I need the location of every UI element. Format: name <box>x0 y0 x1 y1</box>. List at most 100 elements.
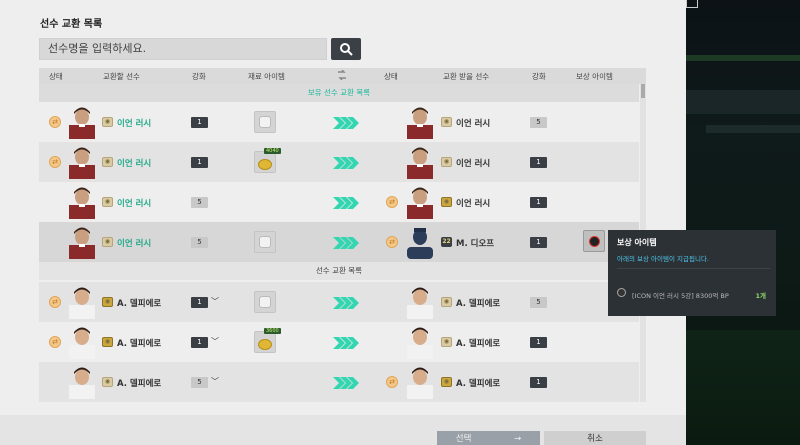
material-item[interactable] <box>254 291 276 313</box>
reward-item[interactable] <box>583 230 605 252</box>
background-pitch <box>686 330 800 445</box>
player-name: 이언 러시 <box>117 199 152 209</box>
page-title: 선수 교환 목록 <box>40 19 103 30</box>
reward-tooltip: 보상 아이템 아래의 보상 아이템이 지급됩니다. [ICON 이언 러시 5강… <box>608 230 776 316</box>
player-name: 이언 러시 <box>456 199 491 209</box>
player-portrait <box>405 285 435 319</box>
player-portrait <box>67 105 97 139</box>
search-input[interactable]: 선수명을 입력하세요. <box>39 38 327 60</box>
player-name: A. 델피에로 <box>456 299 501 309</box>
material-tag: 4040 <box>264 148 281 154</box>
table-row[interactable]: ⇄ ◉ 이언 러시 1 4040 ◉ 이언 러시 1 <box>39 142 639 182</box>
ovr-badge: 22 <box>441 237 452 247</box>
enhance-level: 1 <box>191 337 208 348</box>
table-row[interactable]: ⇄ ◉ A. 델피에로 1 ﹀ ◉ A. 델피에로 5 <box>39 282 639 322</box>
select-button[interactable]: 선택 → <box>437 431 540 445</box>
enhance-level: 1 <box>191 157 208 168</box>
chevron-down-icon[interactable]: ﹀ <box>211 376 219 387</box>
table-row[interactable]: ⇄ ◉ 이언 러시 1 ◉ 이언 러시 5 <box>39 102 639 142</box>
tooltip-reward-count: 1개 <box>755 292 766 300</box>
enhance-level: 5 <box>530 297 547 308</box>
season-badge: ◉ <box>441 197 452 207</box>
header-enhance-2: 강화 <box>532 72 546 81</box>
player-portrait <box>405 185 435 219</box>
scrollbar-thumb[interactable] <box>641 84 645 98</box>
season-badge: ◉ <box>102 337 113 347</box>
arrows-icon <box>333 157 359 169</box>
player-name: A. 델피에로 <box>117 299 162 309</box>
section-list: 선수 교환 목록 <box>39 262 639 280</box>
exchange-status-icon: ⇄ <box>49 296 61 308</box>
exchange-status-icon: ⇄ <box>386 196 398 208</box>
arrows-icon <box>333 377 359 389</box>
cancel-button[interactable]: 취소 <box>544 431 646 445</box>
material-item-bp[interactable]: 4040 <box>254 148 281 173</box>
exchange-status-icon: ⇄ <box>386 376 398 388</box>
player-portrait <box>67 365 97 399</box>
table-row[interactable]: ⇄ ◉ A. 델피에로 1 ﹀ 3600 ◉ A. 델피에로 1 <box>39 322 639 362</box>
enhance-level: 5 <box>191 377 208 388</box>
icon-season-badge: ◉ <box>441 337 452 347</box>
tooltip-reward-name: [ICON 이언 러시 5강] 8300억 BP <box>632 292 729 300</box>
material-item[interactable] <box>254 111 276 133</box>
background-scene <box>686 0 800 445</box>
tooltip-title: 보상 아이템 <box>617 238 657 247</box>
enhance-level: 5 <box>191 237 208 248</box>
enhance-level: 1 <box>530 337 547 348</box>
background-field-line <box>686 55 800 61</box>
arrows-icon <box>333 237 359 249</box>
icon-season-badge: ◉ <box>102 377 113 387</box>
material-item[interactable] <box>254 231 276 253</box>
player-portrait <box>67 225 97 259</box>
player-portrait <box>405 365 435 399</box>
enhance-level: 5 <box>191 197 208 208</box>
icon-season-badge: ◉ <box>102 197 113 207</box>
player-name: 이언 러시 <box>456 159 491 169</box>
select-button-label: 선택 <box>455 434 472 444</box>
player-name: 이언 러시 <box>117 239 152 249</box>
background-stand <box>686 90 800 114</box>
header-trade-player: 교환할 선수 <box>103 72 140 81</box>
enhance-level: 1 <box>530 237 547 248</box>
player-portrait <box>67 325 97 359</box>
enhance-level: 1 <box>530 157 547 168</box>
season-badge: ◉ <box>102 297 113 307</box>
material-item-bp[interactable]: 3600 <box>254 328 281 353</box>
header-status-2: 상태 <box>384 72 398 81</box>
player-name: A. 델피에로 <box>117 339 162 349</box>
player-name: 이언 러시 <box>456 119 491 129</box>
icon-season-badge: ◉ <box>102 157 113 167</box>
header-material: 재료 아이템 <box>248 72 285 81</box>
exchange-status-icon: ⇄ <box>49 336 61 348</box>
icon-season-badge: ◉ <box>441 157 452 167</box>
header-status: 상태 <box>49 72 63 81</box>
chevron-down-icon[interactable]: ﹀ <box>211 296 219 307</box>
tooltip-description: 아래의 보상 아이템이 지급됩니다. <box>617 255 709 263</box>
section-owned: 보유 선수 교환 목록 <box>39 84 639 102</box>
table-row[interactable]: ◉ A. 델피에로 5 ﹀ ⇄ ◉ A. 델피에로 1 <box>39 362 639 402</box>
arrows-icon <box>333 297 359 309</box>
arrows-icon <box>333 117 359 129</box>
player-silhouette <box>405 225 435 259</box>
player-name: A. 델피에로 <box>117 379 162 389</box>
background-stand-2 <box>706 125 800 133</box>
search-button[interactable] <box>331 38 361 60</box>
enhance-level: 1 <box>530 197 547 208</box>
player-name: A. 델피에로 <box>456 339 501 349</box>
player-portrait <box>405 145 435 179</box>
table-row[interactable]: ◉ 이언 러시 5 ⇄ ◉ 이언 러시 1 <box>39 182 639 222</box>
sort-icon[interactable] <box>336 69 348 82</box>
player-name: A. 델피에로 <box>456 379 501 389</box>
player-portrait <box>405 105 435 139</box>
table-row[interactable]: ◉ 이언 러시 5 ⇄ 22 M. 디오프 1 <box>39 222 639 262</box>
player-portrait <box>67 145 97 179</box>
header-enhance: 강화 <box>192 72 206 81</box>
enhance-level: 1 <box>191 117 208 128</box>
icon-season-badge: ◉ <box>102 237 113 247</box>
exchange-status-icon: ⇄ <box>49 156 61 168</box>
window-corner-icon <box>686 0 698 8</box>
enhance-level: 1 <box>530 377 547 388</box>
header-receive-player: 교환 받을 선수 <box>443 72 490 81</box>
enhance-level: 5 <box>530 117 547 128</box>
chevron-down-icon[interactable]: ﹀ <box>211 336 219 347</box>
